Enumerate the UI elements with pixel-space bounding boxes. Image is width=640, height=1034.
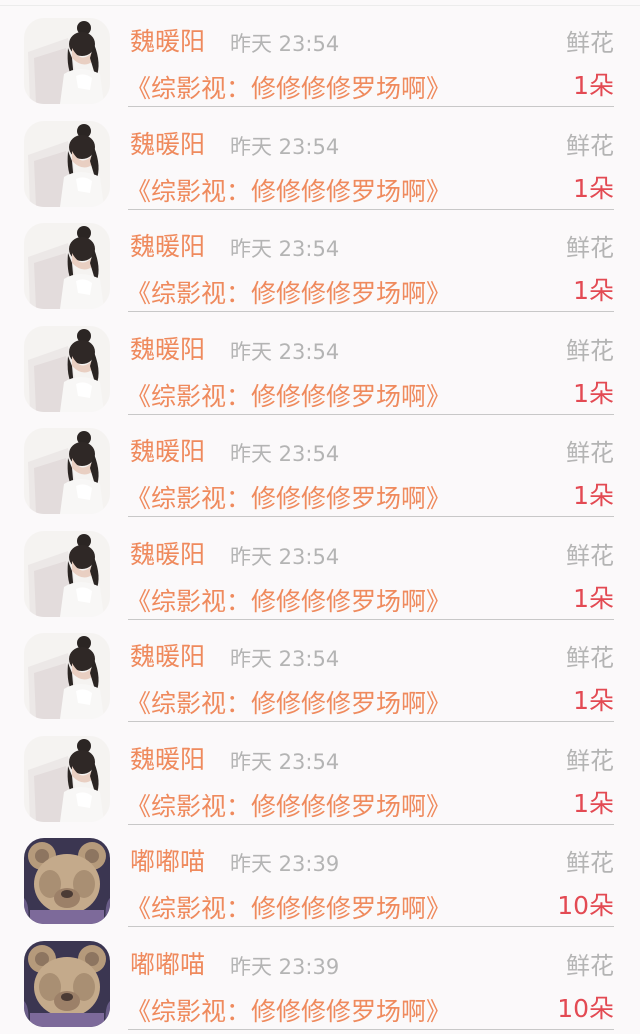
user-name[interactable]: 魏暖阳 [130, 26, 205, 58]
book-title[interactable]: 《综影视：修修修修罗场啊》 [126, 278, 451, 310]
avatar[interactable] [24, 735, 110, 822]
user-name[interactable]: 魏暖阳 [130, 539, 205, 571]
gift-type: 鲜花 [566, 541, 614, 570]
timestamp: 昨天 23:54 [230, 237, 340, 261]
avatar[interactable] [24, 223, 110, 309]
girl-avatar-icon [24, 735, 110, 822]
timestamp: 昨天 23:54 [230, 134, 340, 159]
timestamp: 昨天 23:54 [230, 442, 340, 466]
avatar[interactable] [24, 940, 110, 1027]
gift-type: 鲜花 [566, 849, 614, 877]
avatar[interactable] [24, 18, 110, 104]
book-title[interactable]: 《综影视：修修修修罗场啊》 [126, 381, 451, 413]
gift-type: 鲜花 [566, 336, 614, 365]
timestamp: 昨天 23:54 [230, 32, 340, 56]
list-item[interactable]: 魏暖阳 昨天 23:54 鲜花 《综影视：修修修修罗场啊》 1朵 [0, 621, 640, 724]
list-item-content: 魏暖阳 昨天 23:54 鲜花 《综影视：修修修修罗场啊》 1朵 [126, 416, 614, 517]
gift-type: 鲜花 [566, 234, 614, 262]
teddy-bear-avatar-icon [24, 940, 110, 1027]
user-name[interactable]: 魏暖阳 [130, 744, 205, 776]
girl-avatar-icon [24, 428, 110, 514]
gift-count: 10朵 [557, 891, 614, 920]
list-item[interactable]: 魏暖阳 昨天 23:54 鲜花 《综影视：修修修修罗场啊》 1朵 [0, 109, 640, 212]
list-item[interactable]: 魏暖阳 昨天 23:54 鲜花 《综影视：修修修修罗场啊》 1朵 [0, 519, 640, 622]
avatar[interactable] [24, 325, 110, 412]
list-item[interactable]: 魏暖阳 昨天 23:54 鲜花 《综影视：修修修修罗场啊》 1朵 [0, 211, 640, 314]
girl-avatar-icon [24, 325, 110, 412]
list-item-content: 魏暖阳 昨天 23:54 鲜花 《综影视：修修修修罗场啊》 1朵 [126, 724, 614, 825]
list-item-content: 嘟嘟喵 昨天 23:39 鲜花 《综影视：修修修修罗场啊》 10朵 [126, 929, 614, 1030]
user-name[interactable]: 嘟嘟喵 [130, 846, 205, 878]
avatar[interactable] [24, 838, 110, 924]
book-title[interactable]: 《综影视：修修修修罗场啊》 [126, 73, 451, 105]
book-title[interactable]: 《综影视：修修修修罗场啊》 [126, 996, 451, 1028]
list-item[interactable]: 魏暖阳 昨天 23:54 鲜花 《综影视：修修修修罗场啊》 1朵 [0, 314, 640, 417]
gift-count: 1朵 [573, 583, 614, 613]
user-name[interactable]: 魏暖阳 [130, 641, 205, 673]
girl-avatar-icon [24, 223, 110, 309]
list-item[interactable]: 魏暖阳 昨天 23:54 鲜花 《综影视：修修修修罗场啊》 1朵 [0, 6, 640, 109]
list-item-content: 魏暖阳 昨天 23:54 鲜花 《综影视：修修修修罗场啊》 1朵 [126, 211, 614, 312]
timestamp: 昨天 23:54 [230, 544, 340, 569]
user-name[interactable]: 嘟嘟喵 [130, 949, 205, 981]
gift-count: 1朵 [573, 276, 614, 305]
list-item-content: 魏暖阳 昨天 23:54 鲜花 《综影视：修修修修罗场啊》 1朵 [126, 621, 614, 722]
girl-avatar-icon [24, 120, 110, 207]
gift-count: 1朵 [573, 788, 614, 818]
timestamp: 昨天 23:54 [230, 749, 340, 774]
gift-count: 1朵 [573, 686, 614, 715]
user-name[interactable]: 魏暖阳 [130, 231, 205, 263]
gift-count: 1朵 [573, 71, 614, 100]
flower-record-list[interactable]: 魏暖阳 昨天 23:54 鲜花 《综影视：修修修修罗场啊》 1朵 魏暖阳 昨天 … [0, 6, 640, 1031]
user-name[interactable]: 魏暖阳 [130, 334, 205, 366]
list-item-content: 魏暖阳 昨天 23:54 鲜花 《综影视：修修修修罗场啊》 1朵 [126, 6, 614, 107]
gift-count: 1朵 [573, 481, 614, 510]
teddy-bear-avatar-icon [24, 838, 110, 924]
girl-avatar-icon [24, 530, 110, 617]
book-title[interactable]: 《综影视：修修修修罗场啊》 [126, 688, 451, 720]
gift-type: 鲜花 [566, 951, 614, 980]
timestamp: 昨天 23:39 [230, 852, 340, 876]
list-item-content: 魏暖阳 昨天 23:54 鲜花 《综影视：修修修修罗场啊》 1朵 [126, 109, 614, 210]
avatar[interactable] [24, 633, 110, 719]
gift-type: 鲜花 [566, 644, 614, 672]
gift-count: 1朵 [573, 378, 614, 408]
list-item[interactable]: 嘟嘟喵 昨天 23:39 鲜花 《综影视：修修修修罗场啊》 10朵 [0, 929, 640, 1032]
avatar[interactable] [24, 120, 110, 207]
list-item-content: 魏暖阳 昨天 23:54 鲜花 《综影视：修修修修罗场啊》 1朵 [126, 314, 614, 415]
book-title[interactable]: 《综影视：修修修修罗场啊》 [126, 176, 451, 208]
book-title[interactable]: 《综影视：修修修修罗场啊》 [126, 893, 451, 925]
timestamp: 昨天 23:54 [230, 647, 340, 671]
avatar[interactable] [24, 530, 110, 617]
user-name[interactable]: 魏暖阳 [130, 436, 205, 468]
gift-type: 鲜花 [566, 746, 614, 775]
gift-count: 1朵 [573, 173, 614, 203]
girl-avatar-icon [24, 633, 110, 719]
gift-type: 鲜花 [566, 131, 614, 160]
avatar[interactable] [24, 428, 110, 514]
list-item[interactable]: 魏暖阳 昨天 23:54 鲜花 《综影视：修修修修罗场啊》 1朵 [0, 416, 640, 519]
list-item[interactable]: 魏暖阳 昨天 23:54 鲜花 《综影视：修修修修罗场啊》 1朵 [0, 724, 640, 827]
list-item-content: 魏暖阳 昨天 23:54 鲜花 《综影视：修修修修罗场啊》 1朵 [126, 519, 614, 620]
gift-type: 鲜花 [566, 439, 614, 467]
timestamp: 昨天 23:54 [230, 339, 340, 364]
gift-type: 鲜花 [566, 29, 614, 57]
timestamp: 昨天 23:39 [230, 954, 340, 979]
book-title[interactable]: 《综影视：修修修修罗场啊》 [126, 586, 451, 618]
list-item[interactable]: 嘟嘟喵 昨天 23:39 鲜花 《综影视：修修修修罗场啊》 10朵 [0, 826, 640, 929]
book-title[interactable]: 《综影视：修修修修罗场啊》 [126, 483, 451, 515]
gift-count: 10朵 [557, 993, 614, 1023]
list-item-content: 嘟嘟喵 昨天 23:39 鲜花 《综影视：修修修修罗场啊》 10朵 [126, 826, 614, 927]
book-title[interactable]: 《综影视：修修修修罗场啊》 [126, 791, 451, 823]
user-name[interactable]: 魏暖阳 [130, 129, 205, 161]
girl-avatar-icon [24, 18, 110, 104]
